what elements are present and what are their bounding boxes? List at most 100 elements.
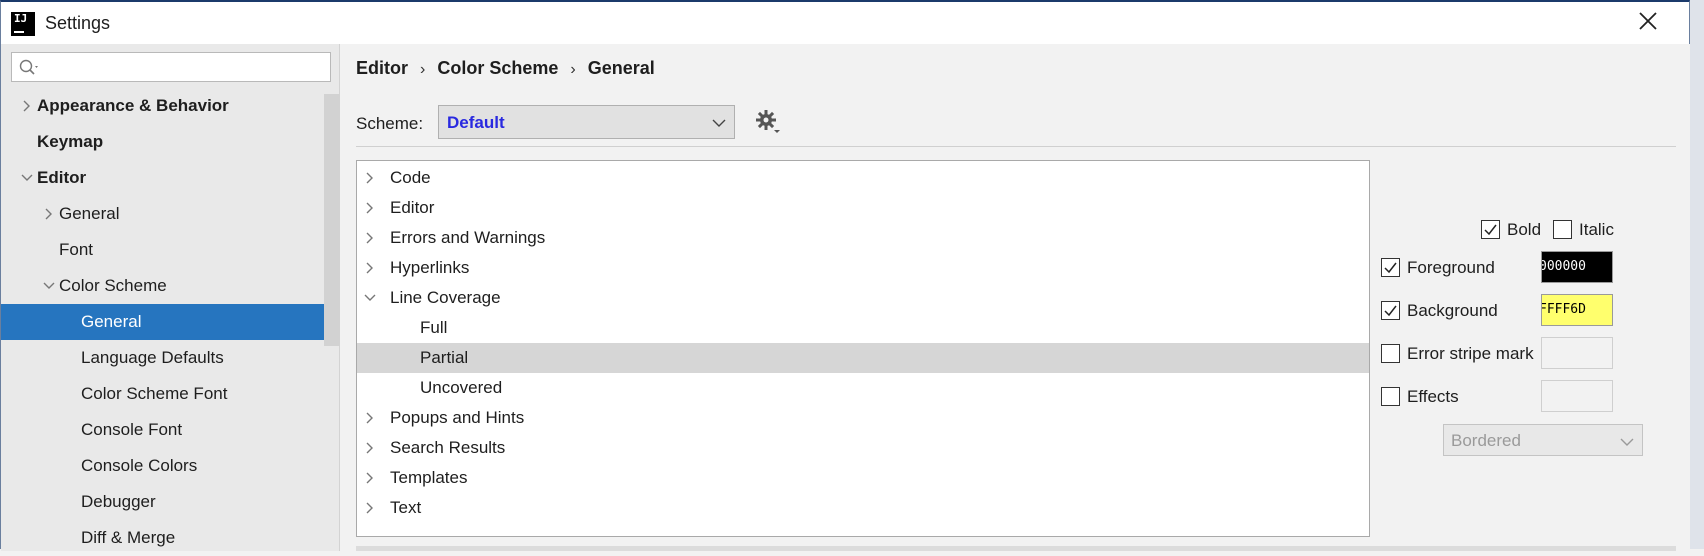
breadcrumb-item: General: [587, 58, 655, 78]
background-color-swatch[interactable]: FFFF6D: [1541, 294, 1613, 326]
chevron-down-icon[interactable]: [362, 283, 376, 313]
foreground-hex: 000000: [1541, 259, 1586, 274]
checkmark-icon: [1384, 305, 1397, 317]
search-field[interactable]: [11, 52, 331, 82]
sidebar-item[interactable]: Diff & Merge: [1, 520, 339, 556]
color-option-item[interactable]: Popups and Hints: [357, 403, 1369, 433]
chevron-right-icon[interactable]: [362, 433, 376, 463]
italic-checkbox[interactable]: [1553, 220, 1572, 239]
window-title: Settings: [45, 13, 111, 33]
breadcrumb: Editor › Color Scheme › General: [356, 58, 655, 79]
effects-type-value: Bordered: [1451, 431, 1521, 450]
color-option-label: Templates: [390, 468, 468, 487]
foreground-color-swatch[interactable]: 000000: [1541, 251, 1613, 283]
sidebar-item[interactable]: General: [1, 304, 339, 340]
color-option-item[interactable]: Text: [357, 493, 1369, 523]
sidebar-item-label: Debugger: [81, 492, 156, 511]
chevron-right-icon[interactable]: [362, 163, 376, 193]
color-option-item[interactable]: Editor: [357, 193, 1369, 223]
chevron-right-icon[interactable]: [362, 403, 376, 433]
foreground-label: Foreground: [1407, 258, 1495, 277]
checkmark-icon: [1484, 224, 1497, 236]
color-option-item[interactable]: Partial: [357, 343, 1369, 373]
foreground-checkbox[interactable]: [1381, 258, 1400, 277]
search-input[interactable]: [44, 56, 328, 80]
sidebar-item[interactable]: Language Defaults: [1, 340, 339, 376]
chevron-right-icon[interactable]: [362, 463, 376, 493]
color-option-label: Errors and Warnings: [390, 228, 546, 247]
color-option-item[interactable]: Errors and Warnings: [357, 223, 1369, 253]
chevron-right-icon[interactable]: [362, 223, 376, 253]
sidebar-item-label: Diff & Merge: [81, 528, 176, 547]
sidebar-item-label: Color Scheme: [59, 276, 167, 295]
chevron-right-icon[interactable]: [362, 253, 376, 283]
sidebar-item[interactable]: Appearance & Behavior: [1, 88, 339, 124]
color-option-label: Uncovered: [420, 378, 503, 397]
sidebar-item[interactable]: Console Colors: [1, 448, 339, 484]
color-options-tree[interactable]: Code Editor Errors and Warnings Hyperlinks L…: [356, 160, 1370, 537]
sidebar-item[interactable]: General: [1, 196, 339, 232]
chevron-right-icon[interactable]: [362, 493, 376, 523]
color-option-item[interactable]: Uncovered: [357, 373, 1369, 403]
error-stripe-label: Error stripe mark: [1407, 344, 1534, 363]
sidebar-item[interactable]: Console Font: [1, 412, 339, 448]
chevron-down-icon[interactable]: [19, 160, 33, 196]
checkmark-icon: [1384, 262, 1397, 274]
chevron-down-icon: [1620, 438, 1634, 446]
scheme-label: Scheme:: [356, 114, 424, 133]
sidebar-item[interactable]: Keymap: [1, 124, 339, 160]
error-stripe-checkbox[interactable]: [1381, 344, 1400, 363]
sidebar-item-label: Language Defaults: [81, 348, 224, 367]
color-option-item[interactable]: Code: [357, 163, 1369, 193]
color-option-label: Partial: [420, 348, 469, 367]
italic-label: Italic: [1579, 220, 1614, 239]
color-option-item[interactable]: Full: [357, 313, 1369, 343]
color-option-item[interactable]: Search Results: [357, 433, 1369, 463]
sidebar-item[interactable]: Editor: [1, 160, 339, 196]
color-option-label: Text: [390, 498, 422, 517]
sidebar-item-label: Console Colors: [81, 456, 198, 475]
chevron-right-icon[interactable]: [41, 196, 55, 232]
gear-icon: [756, 110, 780, 133]
sidebar-item-label: Console Font: [81, 420, 183, 439]
sidebar-item-label: General: [81, 312, 142, 331]
intellij-logo-icon: IJ: [11, 12, 35, 36]
chevron-right-icon[interactable]: [19, 88, 33, 124]
scheme-dropdown[interactable]: Default: [438, 105, 735, 139]
color-option-item[interactable]: Line Coverage: [357, 283, 1369, 313]
effects-checkbox[interactable]: [1381, 387, 1400, 406]
sidebar-scrollbar[interactable]: [324, 94, 340, 346]
title-bar: IJ Settings: [1, 2, 1689, 44]
chevron-right-icon: ›: [570, 61, 576, 78]
attributes-panel: Bold Italic Foreground 000000 Background…: [1381, 160, 1681, 460]
sidebar-item[interactable]: Debugger: [1, 484, 339, 520]
sidebar-item[interactable]: Font: [1, 232, 339, 268]
background-label: Background: [1407, 301, 1498, 320]
effects-type-dropdown[interactable]: Bordered: [1443, 424, 1643, 456]
sidebar-item[interactable]: Color Scheme Font: [1, 376, 339, 412]
breadcrumb-item: Editor: [356, 58, 408, 78]
background-hex: FFFF6D: [1541, 302, 1586, 317]
background-checkbox[interactable]: [1381, 301, 1400, 320]
content-panel: Editor › Color Scheme › General Scheme: Defa…: [341, 44, 1691, 551]
sidebar-item-label: Appearance & Behavior: [37, 96, 229, 115]
close-icon: [1639, 12, 1657, 30]
breadcrumb-item: Color Scheme: [437, 58, 559, 78]
chevron-right-icon[interactable]: [362, 193, 376, 223]
color-option-label: Code: [390, 168, 431, 187]
color-option-item[interactable]: Templates: [357, 463, 1369, 493]
settings-window: IJ Settings Appearance & Behavior Keymap E…: [0, 0, 1691, 551]
scheme-actions-button[interactable]: [755, 109, 781, 140]
color-option-label: Search Results: [390, 438, 506, 457]
effects-label: Effects: [1407, 387, 1459, 406]
effects-color-swatch[interactable]: [1541, 380, 1613, 412]
error-stripe-color-swatch[interactable]: [1541, 337, 1613, 369]
sidebar-item[interactable]: Color Scheme: [1, 268, 339, 304]
color-option-item[interactable]: Hyperlinks: [357, 253, 1369, 283]
bold-checkbox[interactable]: [1481, 220, 1500, 239]
sidebar-item-label: Editor: [37, 168, 87, 187]
close-button[interactable]: [1635, 10, 1661, 36]
background-window-edge: [1690, 0, 1704, 549]
chevron-right-icon: ›: [420, 61, 426, 78]
chevron-down-icon[interactable]: [41, 268, 55, 304]
